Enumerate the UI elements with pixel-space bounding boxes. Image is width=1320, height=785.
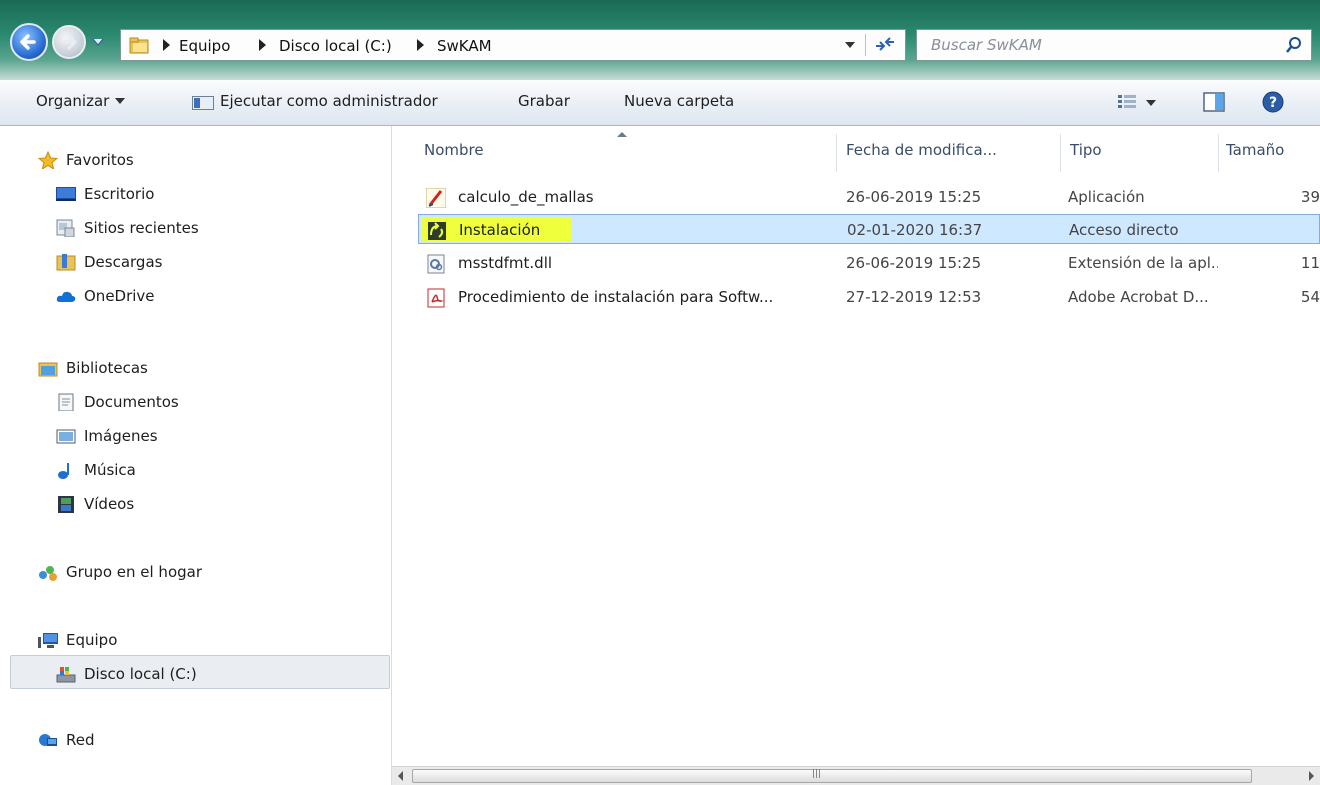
scroll-left-icon[interactable] — [398, 771, 403, 781]
view-dropdown-icon[interactable] — [1146, 100, 1156, 106]
file-date: 26-06-2019 15:25 — [846, 188, 982, 206]
search-box[interactable]: Buscar SwKAM — [916, 29, 1312, 61]
nav-onedrive-label: OneDrive — [84, 287, 155, 305]
nav-documents-label: Documentos — [84, 393, 179, 411]
application-icon — [426, 188, 446, 208]
network-icon — [39, 734, 57, 746]
back-arrow-icon — [20, 34, 36, 50]
breadcrumb-separator-icon[interactable] — [259, 39, 266, 51]
command-bar: Organizar Ejecutar como administrador Gr… — [0, 80, 1320, 126]
nav-videos-label: Vídeos — [84, 495, 135, 513]
breadcrumb-separator-icon[interactable] — [417, 39, 424, 51]
file-row[interactable]: msstdfmt.dll 26-06-2019 15:25 Extensión … — [418, 248, 1320, 278]
nav-local-disk-label: Disco local (C:) — [84, 665, 197, 683]
videos-film-icon — [58, 496, 74, 513]
burn-button[interactable]: Grabar — [518, 92, 570, 110]
file-date: 26-06-2019 15:25 — [846, 254, 982, 272]
nav-downloads-label: Descargas — [84, 253, 163, 271]
back-button[interactable] — [10, 23, 48, 61]
organize-label: Organizar — [36, 92, 110, 110]
file-date: 02-01-2020 16:37 — [847, 221, 983, 239]
nav-network-label: Red — [66, 731, 95, 749]
refresh-button[interactable] — [865, 34, 902, 56]
column-header-date[interactable]: Fecha de modifica... — [846, 141, 997, 159]
file-type: Adobe Acrobat D... — [1068, 288, 1209, 306]
file-size: 54 — [1300, 288, 1320, 306]
forward-arrow-icon — [61, 34, 77, 50]
column-divider[interactable] — [1218, 134, 1219, 172]
chevron-down-icon — [115, 98, 126, 104]
file-name: calculo_de_mallas — [458, 188, 594, 206]
column-divider[interactable] — [1060, 134, 1061, 172]
dll-icon — [427, 254, 445, 274]
file-type: Aplicación — [1068, 188, 1145, 206]
address-dropdown-icon[interactable] — [845, 42, 855, 48]
search-input[interactable]: Buscar SwKAM — [931, 36, 1042, 54]
file-row[interactable]: Procedimiento de instalación para Softw.… — [418, 282, 1320, 312]
breadcrumb[interactable]: Equipo Disco local (C:) SwKAM — [120, 29, 906, 61]
breadcrumb-equipo[interactable]: Equipo — [179, 37, 230, 55]
scrollbar-grip-icon: ||| — [812, 769, 822, 779]
file-date: 27-12-2019 12:53 — [846, 288, 982, 306]
file-size: 39 — [1300, 188, 1320, 206]
breadcrumb-swkam[interactable]: SwKAM — [437, 37, 492, 55]
music-note-icon — [58, 463, 69, 479]
column-header-name[interactable]: Nombre — [424, 141, 484, 159]
documents-icon — [58, 393, 74, 411]
file-row[interactable]: calculo_de_mallas 26-06-2019 15:25 Aplic… — [418, 182, 1320, 212]
run-as-admin-icon — [192, 96, 214, 110]
column-header-size[interactable]: Tamaño — [1226, 141, 1284, 159]
downloads-folder-icon — [56, 254, 76, 271]
breadcrumb-disco-local[interactable]: Disco local (C:) — [279, 37, 392, 55]
address-bar: Equipo Disco local (C:) SwKAM Buscar SwK… — [0, 0, 1320, 80]
shortcut-icon — [428, 222, 446, 240]
recent-pages-dropdown-icon[interactable] — [90, 34, 106, 50]
refresh-icon — [876, 37, 894, 51]
nav-recent-label: Sitios recientes — [84, 219, 199, 237]
star-icon — [38, 151, 58, 169]
preview-pane-icon[interactable] — [1203, 92, 1225, 112]
pdf-icon — [427, 288, 445, 308]
onedrive-cloud-icon — [56, 291, 76, 302]
organize-button[interactable]: Organizar — [36, 92, 126, 110]
breadcrumb-separator-icon[interactable] — [163, 39, 170, 51]
file-row-selected[interactable]: Instalación 02-01-2020 16:37 Acceso dire… — [418, 214, 1320, 244]
file-size: 11 — [1300, 254, 1320, 272]
file-list: Nombre Fecha de modifica... Tipo Tamaño … — [392, 126, 1320, 785]
new-folder-button[interactable]: Nueva carpeta — [624, 92, 734, 110]
nav-favorites-label: Favoritos — [66, 151, 134, 169]
scroll-right-icon[interactable] — [1309, 771, 1314, 781]
homegroup-icon — [39, 566, 57, 581]
nav-homegroup-label: Grupo en el hogar — [66, 563, 202, 581]
computer-icon — [38, 633, 58, 648]
column-divider[interactable] — [836, 134, 837, 172]
nav-computer-label: Equipo — [66, 631, 118, 649]
help-icon[interactable]: ? — [1261, 90, 1285, 114]
horizontal-scrollbar[interactable]: ||| — [392, 766, 1320, 785]
libraries-icon — [38, 362, 58, 377]
local-disk-icon — [56, 667, 76, 683]
file-type: Extensión de la apl... — [1068, 254, 1218, 272]
forward-button[interactable] — [52, 25, 86, 59]
desktop-icon — [56, 187, 76, 201]
nav-desktop-label: Escritorio — [84, 185, 155, 203]
scrollbar-thumb[interactable] — [412, 769, 1252, 783]
file-type: Acceso directo — [1069, 221, 1179, 239]
file-name: Instalación — [459, 221, 541, 239]
column-header-type[interactable]: Tipo — [1070, 141, 1102, 159]
folder-icon — [129, 37, 149, 54]
pictures-icon — [56, 429, 76, 444]
recent-places-icon — [56, 219, 75, 237]
run-as-admin-button[interactable]: Ejecutar como administrador — [220, 92, 438, 110]
nav-pictures-label: Imágenes — [84, 427, 158, 445]
sort-ascending-icon — [617, 132, 627, 137]
search-icon[interactable] — [1285, 36, 1303, 54]
nav-music-label: Música — [84, 461, 136, 479]
svg-text:?: ? — [1269, 95, 1277, 111]
navigation-pane: Favoritos Escritorio Sitios recientes De… — [0, 126, 392, 785]
nav-libraries-label: Bibliotecas — [66, 359, 148, 377]
file-name: Procedimiento de instalación para Softw.… — [458, 288, 774, 306]
file-name: msstdfmt.dll — [458, 254, 553, 272]
view-options-icon[interactable] — [1117, 93, 1137, 109]
